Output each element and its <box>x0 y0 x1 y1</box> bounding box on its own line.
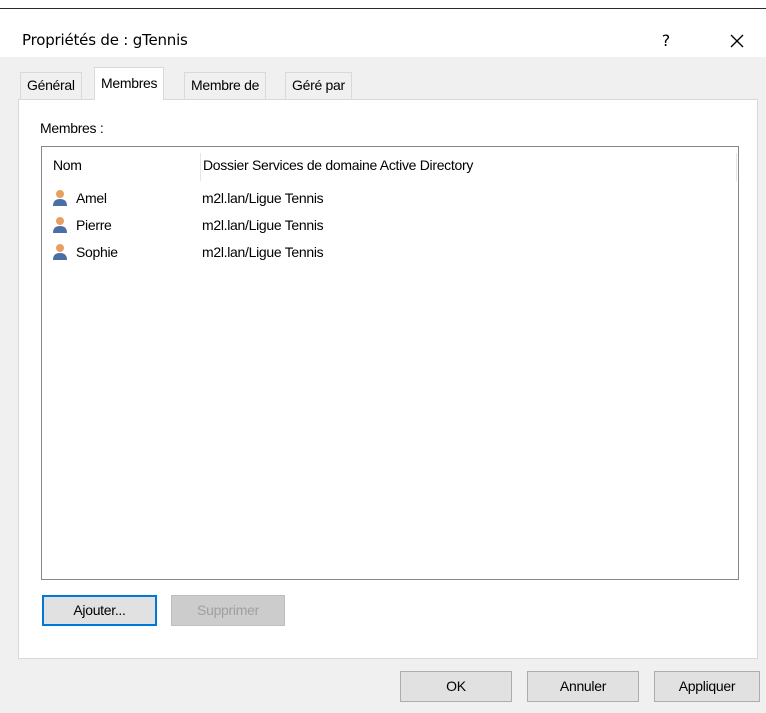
member-name: Amel <box>76 190 107 206</box>
member-folder: m2l.lan/Ligue Tennis <box>202 244 324 260</box>
table-row[interactable]: Sophie m2l.lan/Ligue Tennis <box>42 239 732 266</box>
list-header: Nom Dossier Services de domaine Active D… <box>42 147 738 185</box>
close-icon <box>730 34 744 48</box>
title-bar[interactable]: Propriétés de : gTennis ? <box>0 9 766 57</box>
member-folder: m2l.lan/Ligue Tennis <box>202 217 324 233</box>
tab-gere-par[interactable]: Géré par <box>285 72 352 99</box>
column-separator[interactable] <box>200 153 201 181</box>
user-icon <box>53 244 67 260</box>
tab-panel-membres: Membres : Nom Dossier Services de domain… <box>18 99 758 659</box>
tab-membre-de[interactable]: Membre de <box>184 72 267 99</box>
cancel-button[interactable]: Annuler <box>527 671 639 702</box>
tab-general[interactable]: Général <box>20 72 82 99</box>
column-header-folder[interactable]: Dossier Services de domaine Active Direc… <box>203 157 473 173</box>
table-row[interactable]: Amel m2l.lan/Ligue Tennis <box>42 185 732 212</box>
window-title: Propriétés de : gTennis <box>22 31 188 49</box>
member-folder: m2l.lan/Ligue Tennis <box>202 190 324 206</box>
members-label: Membres : <box>40 120 104 136</box>
ok-button[interactable]: OK <box>400 671 512 702</box>
remove-button[interactable]: Supprimer <box>171 595 285 626</box>
user-icon <box>53 217 67 233</box>
column-header-name[interactable]: Nom <box>53 157 82 173</box>
table-row[interactable]: Pierre m2l.lan/Ligue Tennis <box>42 212 732 239</box>
tab-membres[interactable]: Membres <box>94 67 165 100</box>
help-button[interactable]: ? <box>654 28 678 54</box>
apply-button[interactable]: Appliquer <box>654 671 760 702</box>
user-icon <box>53 190 67 206</box>
members-list[interactable]: Nom Dossier Services de domaine Active D… <box>41 146 739 580</box>
close-button[interactable] <box>722 26 752 56</box>
add-button[interactable]: Ajouter... <box>42 595 157 626</box>
member-name: Sophie <box>76 244 118 260</box>
column-separator[interactable] <box>736 153 737 181</box>
member-name: Pierre <box>76 217 112 233</box>
dialog-body: Général Membres Membre de Géré par Membr… <box>0 57 766 713</box>
